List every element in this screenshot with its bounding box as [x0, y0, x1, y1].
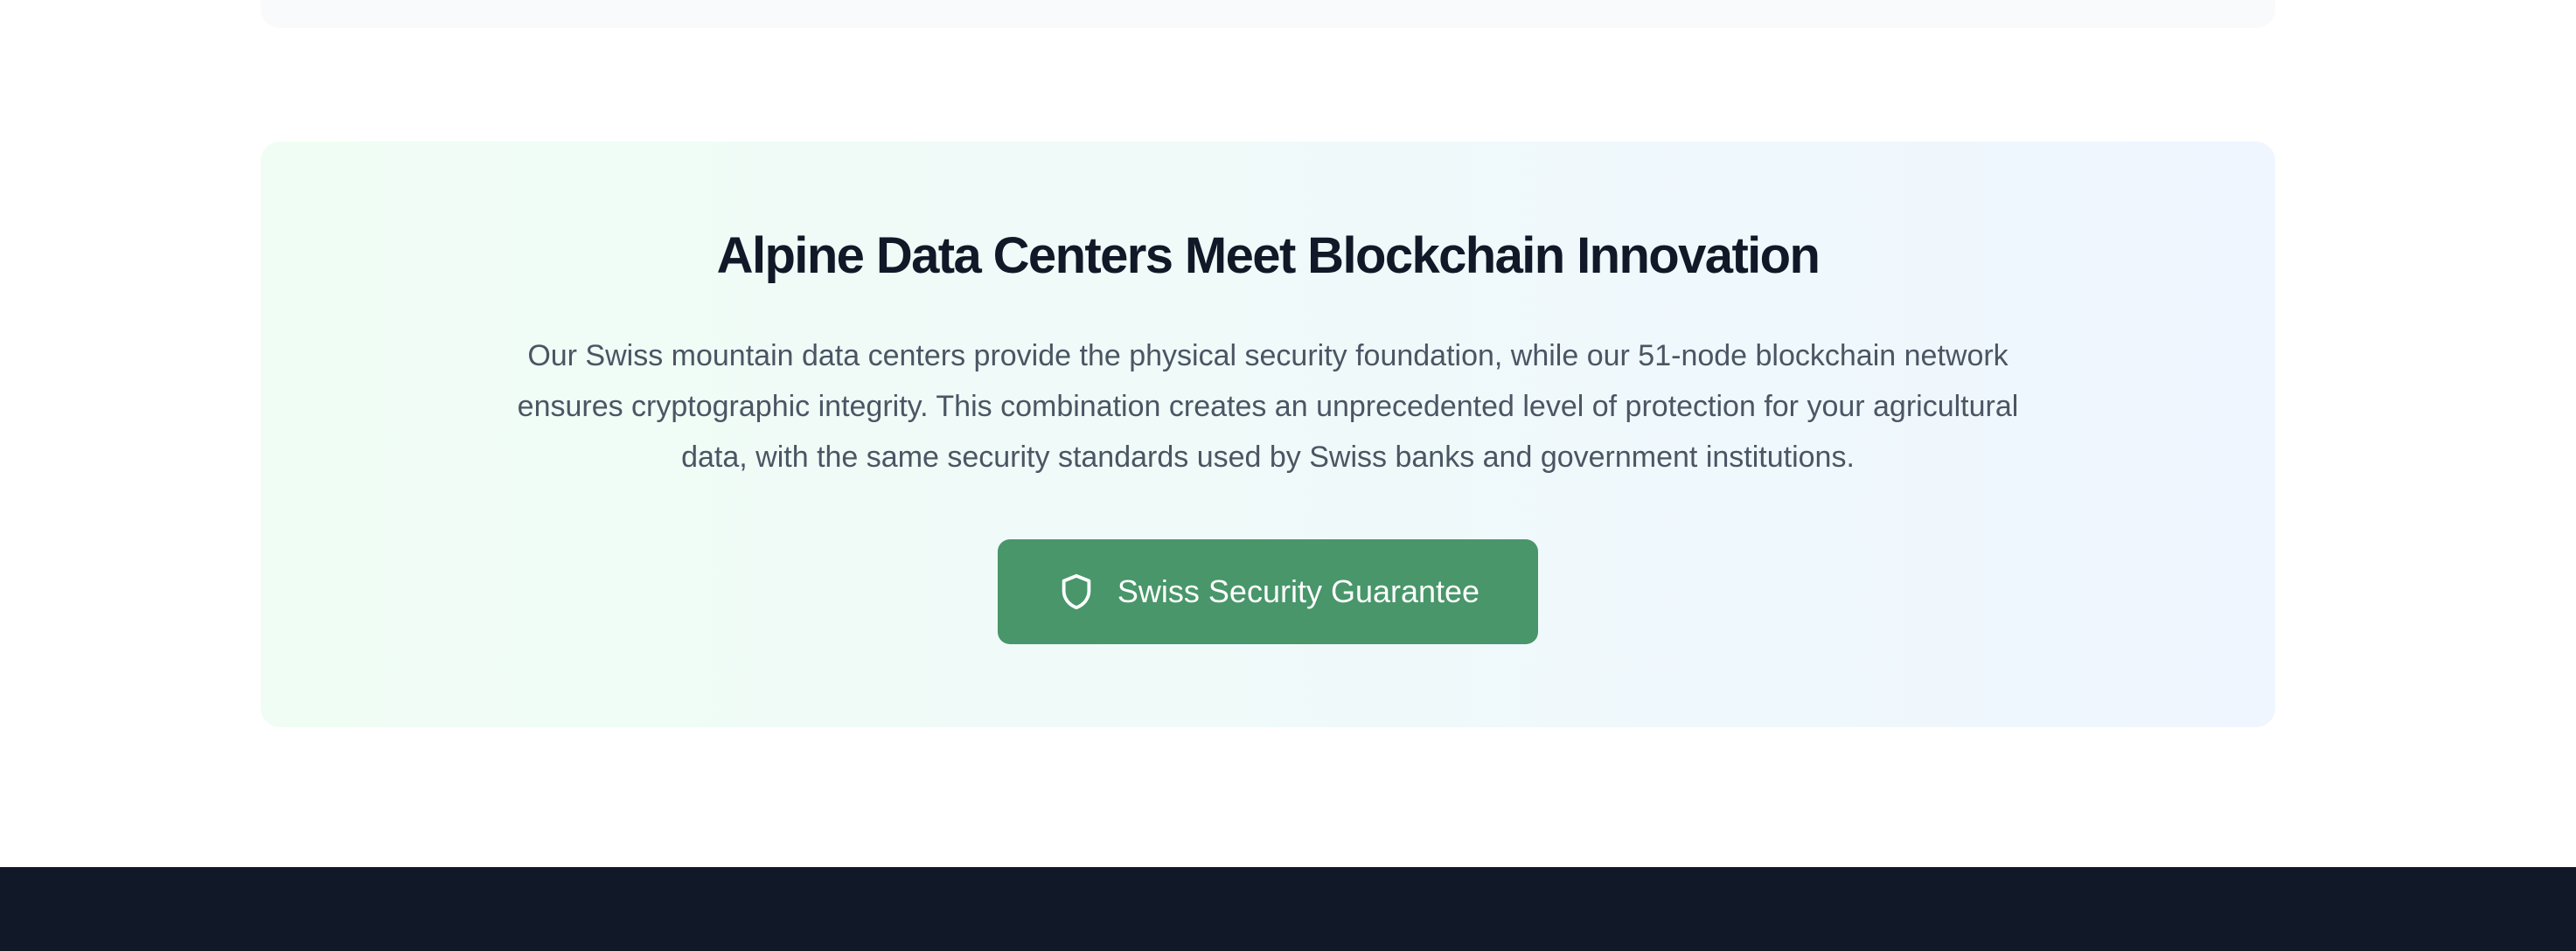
swiss-security-guarantee-button[interactable]: Swiss Security Guarantee	[998, 539, 1538, 644]
alpine-blockchain-card: Alpine Data Centers Meet Blockchain Inno…	[261, 142, 2275, 727]
section-description: Our Swiss mountain data centers provide …	[517, 339, 2019, 474]
page: Alpine Data Centers Meet Blockchain Inno…	[0, 0, 2576, 951]
footer	[0, 867, 2576, 951]
section-title: Alpine Data Centers Meet Blockchain Inno…	[716, 227, 1821, 284]
shield-icon	[1056, 572, 1097, 612]
button-label: Swiss Security Guarantee	[1117, 573, 1480, 609]
previous-section-card	[261, 0, 2275, 28]
